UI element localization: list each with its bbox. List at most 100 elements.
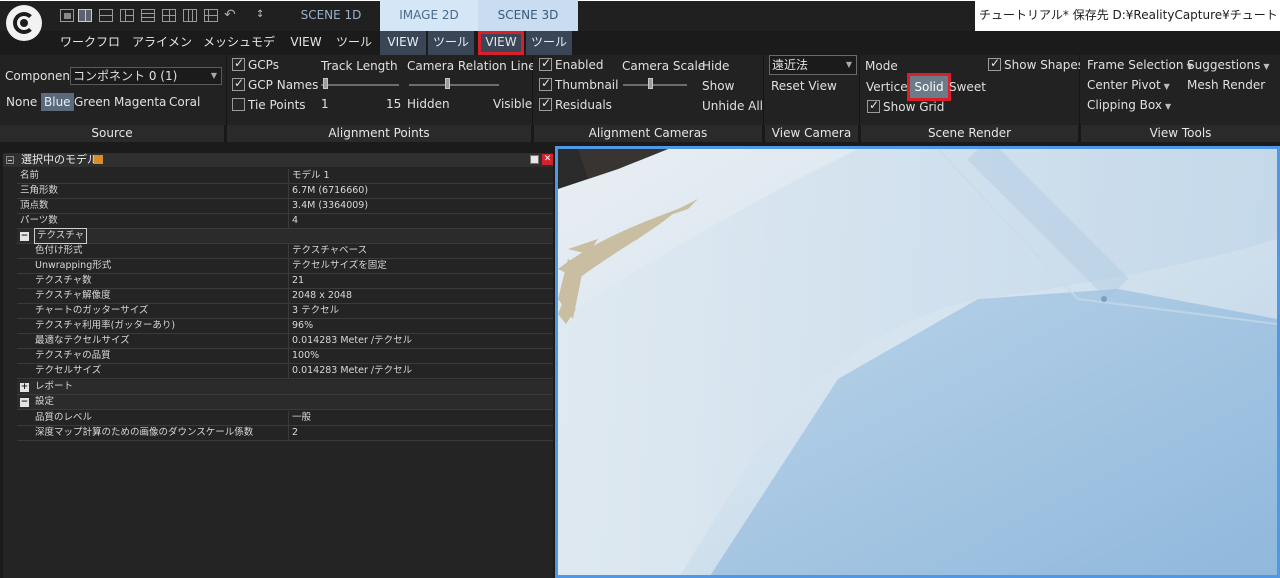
collapse-icon[interactable]: −: [20, 398, 29, 407]
ribbon-source: Component コンポネント 0 (1) ▼ None Blue Green …: [0, 55, 227, 125]
layout-grid-icon[interactable]: [162, 9, 176, 22]
color-none[interactable]: None: [3, 93, 40, 111]
vertices-button[interactable]: Vertices: [866, 80, 914, 94]
section-scene-render: Scene Render: [861, 125, 1080, 142]
ribbon-view-tools: Frame Selection ▼ Suggestions ▼ Center Piv…: [1080, 55, 1280, 125]
section-source: Source: [0, 125, 226, 142]
center-pivot-button[interactable]: Center Pivot ▼: [1087, 78, 1170, 92]
ribbon-section-labels: Source Alignment Points Alignment Camera…: [0, 125, 1280, 142]
camera-relation-thumb[interactable]: [445, 78, 450, 89]
camera-relation-label: Camera Relation Lines: [407, 59, 542, 73]
camera-scale-label: Camera Scale: [622, 59, 706, 73]
tab-scene-3d[interactable]: SCENE 3D: [478, 0, 578, 31]
color-green[interactable]: Green: [71, 93, 113, 111]
layout-single-icon[interactable]: [60, 9, 74, 22]
color-coral[interactable]: Coral: [166, 93, 203, 111]
layout-custom-icon[interactable]: [204, 9, 218, 22]
camera-relation-slider[interactable]: [409, 84, 499, 86]
residuals-checkbox[interactable]: [539, 96, 552, 111]
chevron-down-icon: ▼: [1163, 82, 1170, 91]
layout-columns-icon[interactable]: [141, 9, 155, 22]
sweet-button[interactable]: Sweet: [949, 80, 986, 94]
reset-view-button[interactable]: Reset View: [771, 79, 837, 93]
frame-selection-button[interactable]: Frame Selection ▼: [1087, 58, 1193, 72]
menu-mesh-model[interactable]: メッシュモデル: [200, 31, 278, 71]
camera-scale-slider[interactable]: [623, 84, 687, 86]
app-logo-icon[interactable]: [6, 5, 42, 41]
table-row: 色付け形式 テクスチャベース: [17, 244, 553, 259]
thumbnail-checkbox[interactable]: [539, 76, 552, 91]
scene-3d-viewport[interactable]: [555, 146, 1280, 578]
group-label: 設定: [35, 396, 55, 407]
suggestions-button[interactable]: Suggestions ▼: [1187, 58, 1270, 72]
section-alignment-cameras: Alignment Cameras: [534, 125, 764, 142]
layout-rows-icon[interactable]: [120, 9, 134, 22]
projection-select[interactable]: 遠近法 ▼: [769, 55, 857, 75]
ribbon: Component コンポネント 0 (1) ▼ None Blue Green …: [0, 55, 1280, 125]
table-row: 頂点数 3.4M (3364009): [17, 199, 553, 214]
color-magenta[interactable]: Magenta: [111, 93, 169, 111]
track-length-label: Track Length: [321, 59, 398, 73]
section-alignment-points: Alignment Points: [227, 125, 533, 142]
group-report[interactable]: + レポート: [17, 380, 553, 395]
layout-three-icon[interactable]: [99, 9, 113, 22]
show-grid-checkbox[interactable]: [867, 98, 880, 113]
menu-tools-1[interactable]: ツール: [333, 31, 375, 55]
show-shapes-checkbox[interactable]: [988, 56, 1001, 71]
gcps-checkbox[interactable]: [232, 56, 245, 71]
close-icon[interactable]: ✕: [542, 154, 553, 165]
gcp-names-checkbox[interactable]: [232, 76, 245, 91]
group-texture[interactable]: − テクスチャ: [17, 228, 553, 244]
expand-icon[interactable]: +: [20, 383, 29, 392]
layout-split-icon[interactable]: [78, 9, 92, 22]
ribbon-view-camera: 遠近法 ▼ Reset View: [764, 55, 860, 125]
solid-button[interactable]: Solid: [907, 73, 951, 101]
table-row: 最適なテクセルサイズ 0.014283 Meter /テクセル: [17, 334, 553, 349]
camera-scale-thumb[interactable]: [648, 78, 653, 89]
track-length-slider[interactable]: [321, 84, 399, 86]
ribbon-alignment-cameras: Enabled Thumbnail Residuals Camera Scale…: [533, 55, 764, 125]
menu-view-1[interactable]: VIEW: [282, 31, 330, 55]
section-view-tools: View Tools: [1081, 125, 1280, 142]
hide-button[interactable]: Hide: [702, 59, 729, 73]
float-window-icon[interactable]: [530, 155, 539, 164]
group-settings[interactable]: − 設定: [17, 395, 553, 410]
component-select[interactable]: コンポネント 0 (1) ▼: [70, 67, 222, 85]
layout-quad-icon[interactable]: [183, 9, 197, 22]
undo-icon[interactable]: ↶: [224, 7, 238, 23]
section-view-camera: View Camera: [765, 125, 860, 142]
component-value: コンポネント 0 (1): [73, 69, 178, 83]
menu-view-2[interactable]: VIEW: [380, 31, 426, 55]
menu-tools-2[interactable]: ツール: [428, 31, 474, 55]
enabled-checkbox[interactable]: [539, 56, 552, 71]
window-title: チュートリアル* 保存先 D:¥RealityCapture¥チュートリアル -…: [975, 0, 1280, 31]
show-button[interactable]: Show: [702, 79, 734, 93]
menu-view-3[interactable]: VIEW: [478, 31, 524, 55]
menu-tools-3[interactable]: ツール: [526, 31, 572, 55]
collapse-icon[interactable]: [6, 156, 14, 164]
table-row: 深度マップ計算のための画像のダウンスケール係数 2: [17, 426, 553, 441]
table-row: テクスチャ数 21: [17, 274, 553, 289]
color-blue[interactable]: Blue: [41, 93, 74, 111]
tab-image-2d[interactable]: IMAGE 2D: [380, 0, 478, 31]
ribbon-scene-render: Mode Show Shapes Vertices Solid Sweet Sh…: [860, 55, 1084, 125]
tab-scene-1d[interactable]: SCENE 1D: [282, 0, 380, 31]
menu-alignment[interactable]: アライメント: [128, 31, 196, 71]
panel-header: 選択中のモデル ✕: [3, 153, 553, 167]
table-row: テクスチャの品質 100%: [17, 349, 553, 364]
mesh-render-button[interactable]: Mesh Render: [1187, 78, 1265, 92]
table-row: パーツ数 4: [17, 214, 553, 229]
table-row: 三角形数 6.7M (6716660): [17, 184, 553, 199]
ribbon-alignment-points: GCPs GCP Names Tie Points Track Length 1…: [227, 55, 542, 125]
chevron-down-icon: ▼: [1164, 102, 1172, 111]
track-length-thumb[interactable]: [323, 78, 328, 89]
table-row: テクスチャ利用率(ガッターあり) 96%: [17, 319, 553, 334]
menu-workflow[interactable]: ワークフロー: [55, 31, 125, 71]
tie-points-checkbox[interactable]: [232, 98, 245, 111]
pin-icon[interactable]: [94, 155, 103, 164]
selected-model-panel: 選択中のモデル ✕ 名前 モデル 1 三角形数 6.7M (6716660) 頂点数…: [3, 153, 553, 578]
clipping-box-button[interactable]: Clipping Box ▼: [1087, 98, 1171, 112]
expand-icon[interactable]: ↕: [256, 9, 264, 20]
unhide-all-button[interactable]: Unhide All: [702, 99, 763, 113]
collapse-icon[interactable]: −: [20, 232, 29, 241]
